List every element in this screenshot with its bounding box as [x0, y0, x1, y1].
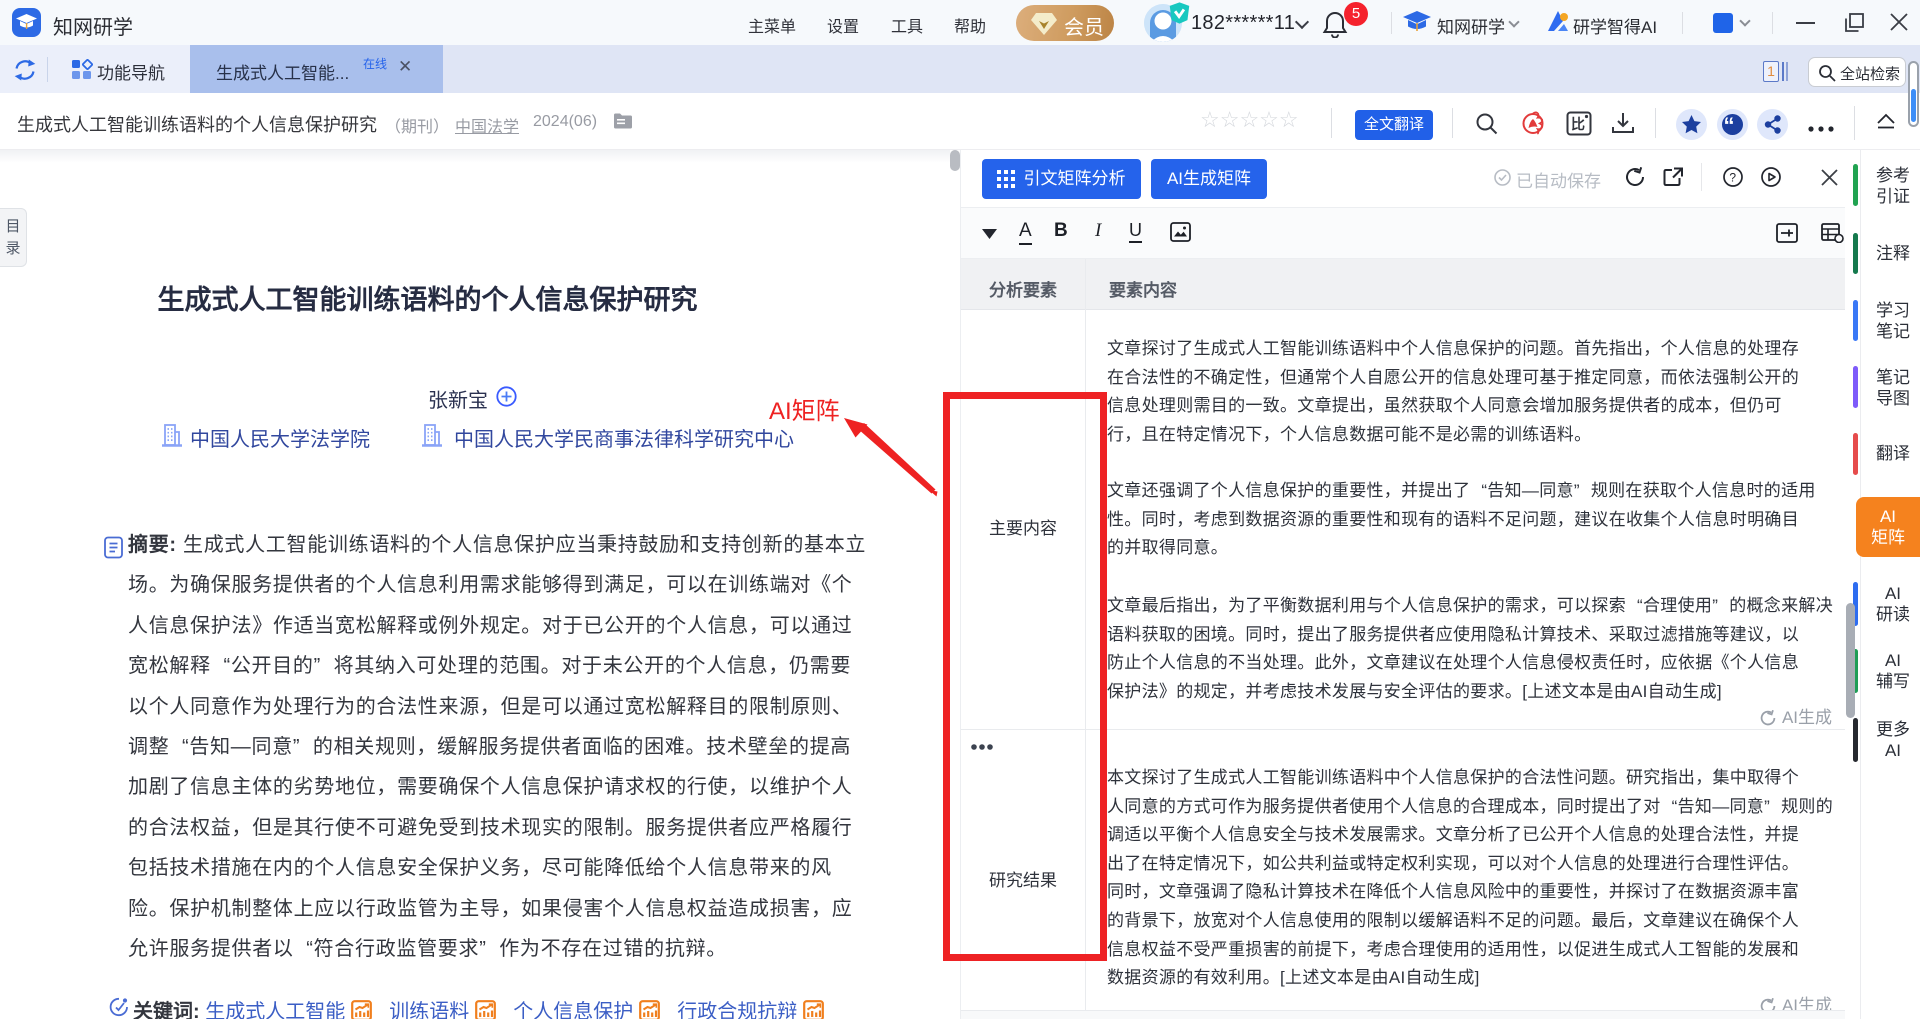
svg-text:?: ? [1729, 171, 1736, 185]
svg-text:比: 比 [1571, 116, 1585, 132]
svg-text:“: “ [1724, 113, 1735, 138]
